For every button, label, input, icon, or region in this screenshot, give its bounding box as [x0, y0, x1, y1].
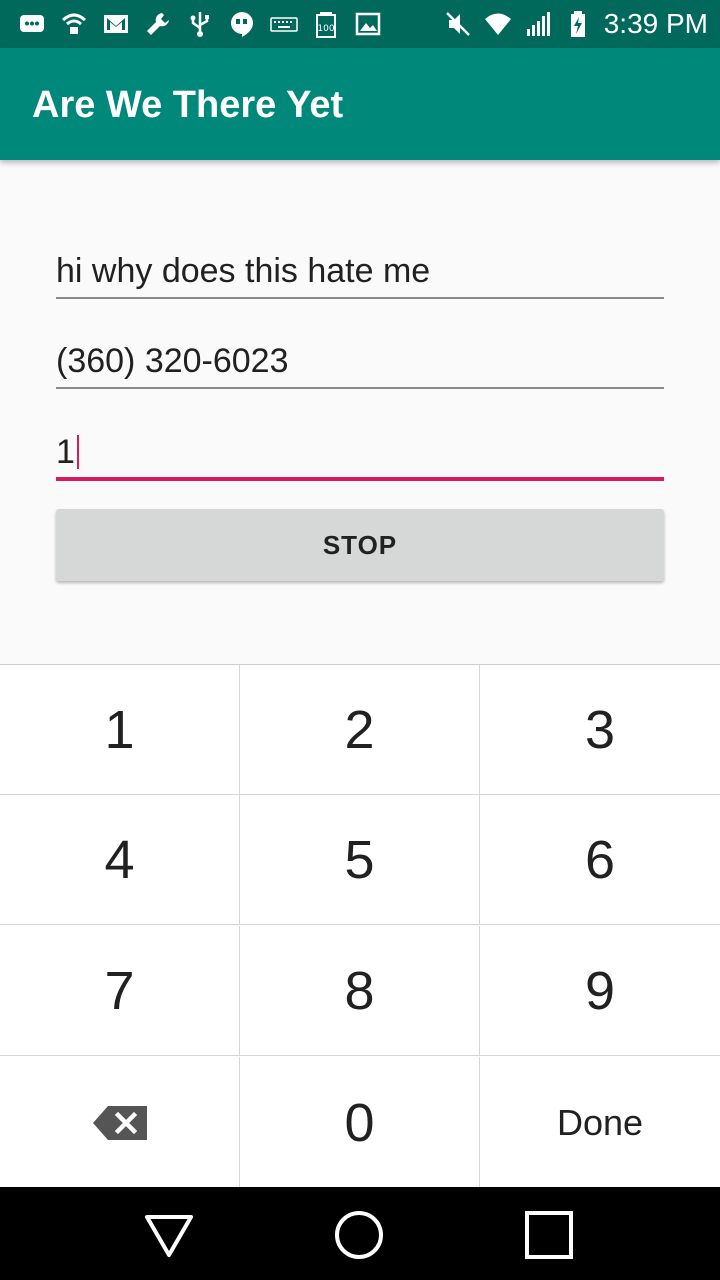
navigation-bar	[0, 1187, 720, 1280]
key-2[interactable]: 2	[240, 665, 480, 795]
key-0[interactable]: 0	[240, 1057, 480, 1188]
recents-button[interactable]	[521, 1207, 577, 1263]
keyboard-icon	[270, 10, 298, 38]
message-field-value: hi why does this hate me	[56, 252, 431, 290]
backspace-key[interactable]	[0, 1057, 240, 1188]
system-icons: 3:39 PM	[444, 8, 708, 40]
text-cursor	[76, 435, 79, 469]
app-title: Are We There Yet	[32, 84, 344, 126]
message-field-underline	[56, 297, 664, 299]
stop-button[interactable]: STOP	[56, 509, 664, 581]
key-4[interactable]: 4	[0, 795, 240, 925]
wifi-lock-icon	[60, 10, 88, 38]
phone-field-underline	[56, 387, 664, 389]
back-triangle-icon	[145, 1215, 193, 1257]
done-key[interactable]: Done	[480, 1057, 720, 1188]
battery-100-icon: 100	[312, 10, 340, 38]
image-icon	[354, 10, 382, 38]
key-1[interactable]: 1	[0, 665, 240, 795]
battery-charging-icon	[564, 10, 592, 38]
home-button[interactable]	[331, 1207, 387, 1263]
key-5[interactable]: 5	[240, 795, 480, 925]
usb-icon	[186, 10, 214, 38]
backspace-icon	[92, 1105, 148, 1141]
home-circle-icon	[335, 1211, 383, 1259]
wrench-icon	[144, 10, 172, 38]
hangouts-icon	[228, 10, 256, 38]
svg-text:100: 100	[317, 24, 334, 34]
message-field[interactable]: hi why does this hate me	[56, 239, 664, 299]
signal-icon	[524, 10, 552, 38]
key-9[interactable]: 9	[480, 926, 720, 1056]
gmail-icon	[102, 10, 130, 38]
minutes-field-content: 1	[56, 433, 79, 472]
app-bar: Are We There Yet	[0, 48, 720, 160]
key-3[interactable]: 3	[480, 665, 720, 795]
minutes-field[interactable]: 1	[56, 420, 664, 481]
minutes-field-value: 1	[56, 433, 75, 471]
recents-square-icon	[525, 1211, 573, 1259]
key-6[interactable]: 6	[480, 795, 720, 925]
back-button[interactable]	[141, 1207, 197, 1263]
wifi-icon	[484, 10, 512, 38]
key-8[interactable]: 8	[240, 926, 480, 1056]
phone-field-value: (360) 320-6023	[56, 342, 289, 380]
numeric-keypad: 1 2 3 4 5 6 7 8 9 0 Done	[0, 664, 720, 1188]
key-7[interactable]: 7	[0, 926, 240, 1056]
status-bar: 100 3:39 PM	[0, 0, 720, 48]
clock: 3:39 PM	[603, 8, 708, 39]
mute-icon	[444, 10, 472, 38]
notification-icons: 100	[18, 8, 382, 40]
minutes-field-underline	[56, 477, 664, 481]
chat-icon	[18, 10, 46, 38]
phone-field[interactable]: (360) 320-6023	[56, 329, 664, 389]
